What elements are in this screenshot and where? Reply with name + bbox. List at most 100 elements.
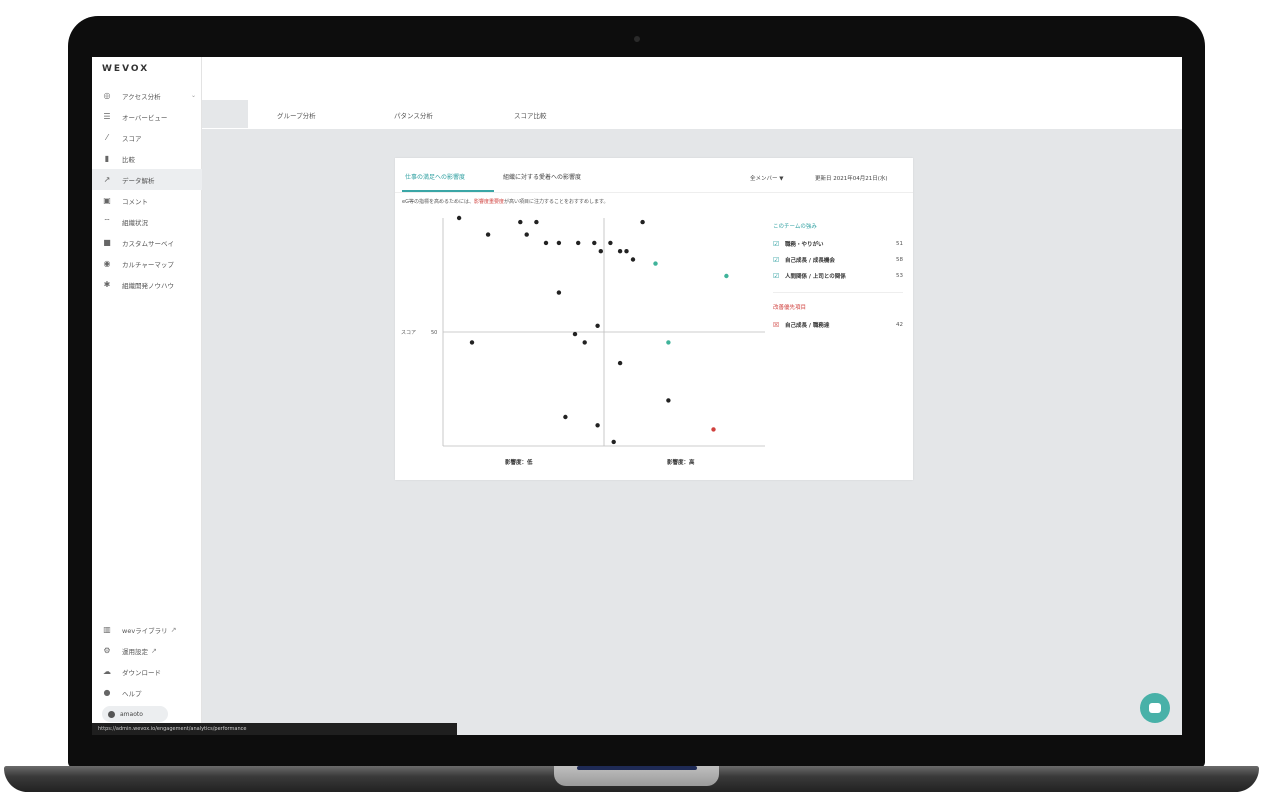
tab-group[interactable]: グループ分析 [277, 110, 316, 120]
scatter-point[interactable] [469, 340, 475, 345]
help-icon: ● [103, 688, 111, 697]
wifi-icon: ⌔ [103, 216, 111, 226]
priority-item[interactable]: ☒ 自己成長 / 職務達 42 [773, 317, 903, 333]
sidebar-item-library[interactable]: ▥ wevライブラリ ↗ [92, 619, 202, 640]
strength-value: 53 [896, 273, 903, 279]
strength-item[interactable]: ☑ 職務・やりがい 51 [773, 236, 903, 252]
scatter-point[interactable] [582, 340, 587, 345]
chat-button[interactable] [1140, 693, 1170, 723]
external-link-icon: ↗ [151, 646, 157, 655]
sidebar-item-label: ヘルプ [122, 689, 142, 698]
scatter-point[interactable] [640, 219, 645, 225]
user-menu[interactable]: amaoto [102, 706, 168, 722]
scatter-point[interactable] [572, 331, 578, 337]
scatter-point[interactable] [556, 290, 562, 295]
scatter-point[interactable] [456, 215, 462, 221]
tab-pattern[interactable]: パタンス分析 [394, 110, 433, 120]
scatter-point[interactable] [666, 340, 671, 345]
scatter-point[interactable] [595, 423, 600, 428]
sidebar-item-culture[interactable]: ◉ カルチャーマップ [92, 253, 202, 274]
user-name: amaoto [120, 710, 143, 718]
strength-label: 職務・やりがい [785, 242, 824, 248]
scatter-point[interactable] [617, 360, 623, 366]
strength-label: 人間関係 / 上司との関係 [785, 274, 846, 280]
scatter-point[interactable] [592, 240, 597, 246]
scatter-point[interactable] [485, 232, 491, 237]
scatter-point[interactable] [608, 240, 613, 246]
scatter-point[interactable] [711, 427, 716, 432]
priority-value: 42 [896, 322, 903, 328]
compare-icon: ▮ [104, 154, 110, 163]
sidebar-item-knowhow[interactable]: ✱ 組織開発ノウハウ [92, 274, 202, 295]
scatter-point[interactable] [524, 232, 529, 237]
status-url: https://admin.wevox.io/engagement/analyt… [92, 723, 457, 735]
scatter-point[interactable] [518, 219, 523, 225]
sidebar-item-label: ダウンロード [122, 668, 161, 677]
sidebar-item-label: スコア [122, 134, 142, 143]
scatter-point[interactable] [556, 240, 562, 246]
sidebar-item-survey[interactable]: ■ カスタムサーベイ [92, 232, 202, 253]
scatter-point[interactable] [543, 240, 549, 246]
thumbs-down-icon: ☒ [773, 320, 780, 329]
y-axis-label: スコア [401, 330, 416, 336]
sidebar-item-label: カスタムサーベイ [122, 239, 174, 248]
sidebar-item-label: 運用設定 [122, 647, 148, 656]
chat-bubble-icon [1149, 703, 1161, 713]
sidebar-item-access[interactable]: ◎ アクセス分析 ⌄ [92, 85, 202, 106]
library-icon: ▥ [103, 625, 111, 634]
scatter-point[interactable] [624, 249, 629, 254]
sidebar-item-help[interactable]: ● ヘルプ [92, 682, 202, 703]
folder-icon: ■ [103, 238, 111, 247]
strength-item[interactable]: ☑ 自己成長 / 成長機会 58 [773, 252, 903, 268]
list-icon: ☰ [103, 112, 111, 121]
y-tick-mid: 50 [431, 330, 437, 336]
scatter-point[interactable] [666, 398, 671, 403]
map-icon: ◉ [103, 259, 111, 268]
sidebar-item-label: カルチャーマップ [122, 260, 174, 269]
sidebar-item-label: コメント [122, 197, 148, 206]
sidebar-item-label: 組織開発ノウハウ [122, 281, 174, 290]
sidebar-item-label: データ解析 [122, 176, 155, 185]
sidebar-bottom-nav: ▥ wevライブラリ ↗ ⚙ 運用設定 ↗ ☁ ダウンロード ● ヘルプ ama… [92, 619, 202, 722]
app-logo: WEVOX [102, 64, 150, 74]
sidebar-item-download[interactable]: ☁ ダウンロード [92, 661, 202, 682]
scatter-point[interactable] [653, 261, 658, 266]
scatter-point[interactable] [611, 439, 616, 445]
x-label-high: 影響度：高 [667, 458, 695, 466]
tab-score-compare[interactable]: スコア比較 [514, 110, 547, 120]
sidebar-item-label: 組織状況 [122, 218, 148, 227]
sidebar-item-compare[interactable]: ▮ 比較 [92, 148, 202, 169]
gear-icon: ⚙ [103, 646, 111, 655]
sidebar-item-comment[interactable]: ▣ コメント [92, 190, 202, 211]
scatter-point[interactable] [617, 249, 623, 254]
sidebar-item-overview[interactable]: ☰ オーバービュー [92, 106, 202, 127]
strength-item[interactable]: ☑ 人間関係 / 上司との関係 53 [773, 268, 903, 284]
thumbs-up-icon: ☑ [773, 255, 780, 264]
strength-value: 51 [896, 241, 903, 247]
screen: WEVOX ◎ アクセス分析 ⌄ ☰ オーバービュー ⁄ スコア ▮ 比較 ↗ … [92, 57, 1182, 735]
camera-icon [634, 36, 640, 42]
scatter-point[interactable] [534, 219, 539, 225]
thumbs-up-icon: ☑ [773, 239, 780, 248]
scatter-point[interactable] [576, 240, 581, 246]
scatter-point[interactable] [563, 414, 568, 420]
sidebar-item-label: wevライブラリ [122, 626, 168, 635]
x-label-low: 影響度：低 [505, 458, 533, 466]
sidebar-nav: ◎ アクセス分析 ⌄ ☰ オーバービュー ⁄ スコア ▮ 比較 ↗ データ解析 … [92, 85, 202, 295]
strength-title: このチームの強み [773, 224, 817, 230]
priority-label: 自己成長 / 職務達 [785, 323, 830, 329]
analysis-tabs: グループ分析 パタンス分析 スコア比較 [202, 100, 1182, 128]
scatter-point[interactable] [724, 273, 729, 279]
laptop-stage: WEVOX ◎ アクセス分析 ⌄ ☰ オーバービュー ⁄ スコア ▮ 比較 ↗ … [0, 0, 1263, 811]
sidebar-item-analysis[interactable]: ↗ データ解析 [92, 169, 202, 190]
thumbs-up-icon: ☑ [773, 271, 780, 280]
priority-title: 改善優先項目 [773, 305, 807, 311]
scatter-point[interactable] [630, 257, 636, 262]
scatter-point[interactable] [598, 249, 603, 254]
scatter-point[interactable] [595, 323, 600, 328]
sidebar-item-settings[interactable]: ⚙ 運用設定 ↗ [92, 640, 202, 661]
target-icon: ◎ [103, 91, 111, 100]
sidebar-item-org[interactable]: ⌔ 組織状況 [92, 211, 202, 232]
sidebar-item-score[interactable]: ⁄ スコア [92, 127, 202, 148]
sidebar-item-label: アクセス分析 [122, 92, 161, 101]
